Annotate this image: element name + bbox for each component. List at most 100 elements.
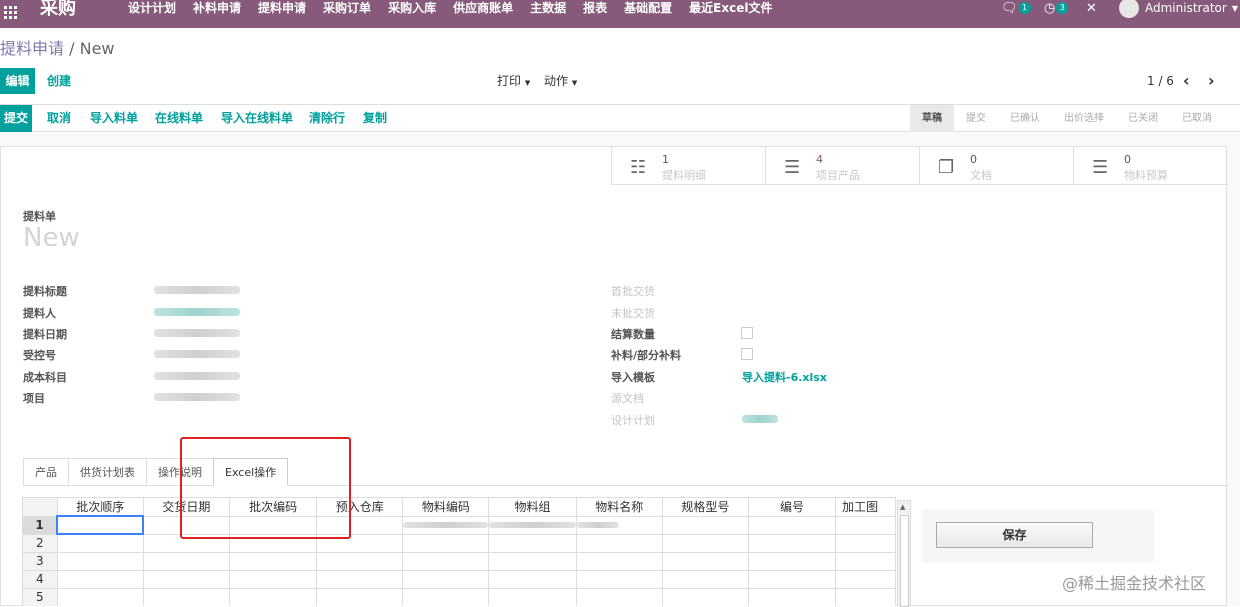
excel-spreadsheet[interactable]: 批次顺序 交货日期 批次编码 预入仓库 物料编码 物料组 物料名称 规格型号 编… [22,497,896,606]
row-number[interactable]: 5 [22,587,58,606]
chat-button[interactable]: 🗨 1 [1001,0,1031,16]
sheet-cell[interactable] [56,569,144,589]
sheet-cell[interactable] [56,515,145,535]
edit-button[interactable]: 编辑 [0,68,35,94]
apps-grid-icon[interactable] [4,6,18,20]
menu-item-purchase-order[interactable]: 采购订单 [323,0,388,16]
sheet-cell[interactable] [835,551,896,571]
record-name[interactable]: New [23,223,80,253]
design-plan-field[interactable] [742,415,778,423]
sheet-cell[interactable] [575,533,663,553]
sheet-cell[interactable] [488,587,577,606]
project-field[interactable] [154,393,240,401]
clear-lines-button[interactable]: 清除行 [309,105,345,132]
supplement-checkbox[interactable] [741,348,753,360]
sheet-cell[interactable] [316,551,404,571]
tab-supply-plan[interactable]: 供货计划表 [68,458,146,486]
settle-qty-checkbox[interactable] [741,327,753,339]
smart-button-documents[interactable]: ❐ 0 文档 [919,147,1073,185]
column-header[interactable]: 规格型号 [661,497,749,517]
sheet-cell[interactable] [835,587,896,606]
sheet-cell[interactable] [229,569,318,589]
sheet-cell[interactable] [835,533,896,553]
sheet-cell[interactable] [661,515,749,535]
menu-item-reports[interactable]: 报表 [583,0,624,16]
sheet-cell[interactable] [56,551,144,571]
sheet-cell[interactable] [661,569,749,589]
sheet-cell[interactable] [835,515,896,535]
row-number[interactable]: 1 [22,515,58,535]
online-bom-button[interactable]: 在线料单 [155,105,203,132]
column-header[interactable]: 物料编码 [402,497,490,517]
sheet-vertical-scrollbar[interactable]: ▲ [897,500,911,607]
requester-field[interactable] [154,308,240,316]
date-field[interactable] [154,329,240,337]
smart-button-material-budget[interactable]: ☰ 0 物料预算 [1073,147,1227,185]
column-header[interactable]: 物料组 [488,497,577,517]
menu-item-material-request[interactable]: 提料申请 [258,0,323,16]
sheet-cell[interactable] [316,587,404,606]
sheet-cell[interactable] [747,587,837,606]
sheet-cell[interactable] [402,569,490,589]
import-online-bom-button[interactable]: 导入在线料单 [221,105,293,132]
submit-button[interactable]: 提交 [0,105,33,132]
sheet-cell[interactable] [402,587,490,606]
sheet-cell[interactable] [402,515,490,535]
sheet-cell[interactable] [488,551,577,571]
menu-item-design-plan[interactable]: 设计计划 [128,0,193,16]
column-header[interactable]: 加工图 [835,497,896,517]
activity-button[interactable]: ◷ 3 [1044,0,1069,16]
smart-button-project-products[interactable]: ☰ 4 项目产品 [765,147,919,185]
sheet-corner[interactable] [22,497,58,517]
menu-item-config[interactable]: 基础配置 [624,0,689,16]
sheet-cell[interactable] [747,533,837,553]
sheet-cell[interactable] [747,551,837,571]
breadcrumb-parent[interactable]: 提料申请 [0,39,64,58]
row-number[interactable]: 2 [22,533,58,553]
copy-button[interactable]: 复制 [363,105,387,132]
menu-item-supplement-request[interactable]: 补料申请 [193,0,258,16]
tab-products[interactable]: 产品 [23,458,68,486]
sheet-cell[interactable] [747,515,837,535]
user-menu[interactable]: Administrator ▼ [1119,0,1238,18]
sheet-cell[interactable] [575,515,663,535]
sheet-cell[interactable] [575,587,663,606]
smart-button-request-details[interactable]: ☷ 1 提料明细 [611,147,765,185]
sheet-cell[interactable] [488,533,577,553]
column-header[interactable]: 批次顺序 [56,497,144,517]
title-field[interactable] [154,286,240,294]
column-header[interactable]: 物料名称 [575,497,663,517]
menu-item-recent-excel[interactable]: 最近Excel文件 [689,0,789,16]
sheet-cell[interactable] [142,569,231,589]
action-dropdown[interactable]: 动作 ▼ [544,68,577,96]
sheet-cell[interactable] [661,533,749,553]
chevron-right-icon[interactable]: › [1208,73,1215,89]
import-bom-button[interactable]: 导入料单 [90,105,138,132]
pager-value[interactable]: 1 / 6 [1147,68,1174,94]
sheet-cell[interactable] [56,587,144,606]
save-button[interactable]: 保存 [936,522,1093,548]
sheet-cell[interactable] [488,515,577,535]
template-file-link[interactable]: 导入提料-6.xlsx [742,369,827,385]
cancel-button[interactable]: 取消 [47,105,71,132]
sheet-cell[interactable] [56,533,144,553]
debug-tools-icon[interactable]: ✕ [1086,0,1097,16]
sheet-cell[interactable] [142,587,231,606]
cost-account-field[interactable] [154,372,240,380]
menu-item-master-data[interactable]: 主数据 [530,0,583,16]
sheet-cell[interactable] [142,551,231,571]
print-dropdown[interactable]: 打印 ▼ [497,68,530,96]
scrollbar-thumb[interactable] [900,515,909,607]
menu-item-purchase-receipt[interactable]: 采购入库 [388,0,453,16]
scroll-up-icon[interactable]: ▲ [900,503,905,511]
control-no-field[interactable] [154,350,240,358]
app-title[interactable]: 采购 [40,0,76,18]
chevron-left-icon[interactable]: ‹ [1183,73,1190,89]
create-button[interactable]: 创建 [47,68,71,94]
sheet-cell[interactable] [835,569,896,589]
sheet-cell[interactable] [661,587,749,606]
sheet-cell[interactable] [229,551,318,571]
column-header[interactable]: 编号 [747,497,837,517]
sheet-cell[interactable] [661,551,749,571]
sheet-cell[interactable] [402,533,490,553]
